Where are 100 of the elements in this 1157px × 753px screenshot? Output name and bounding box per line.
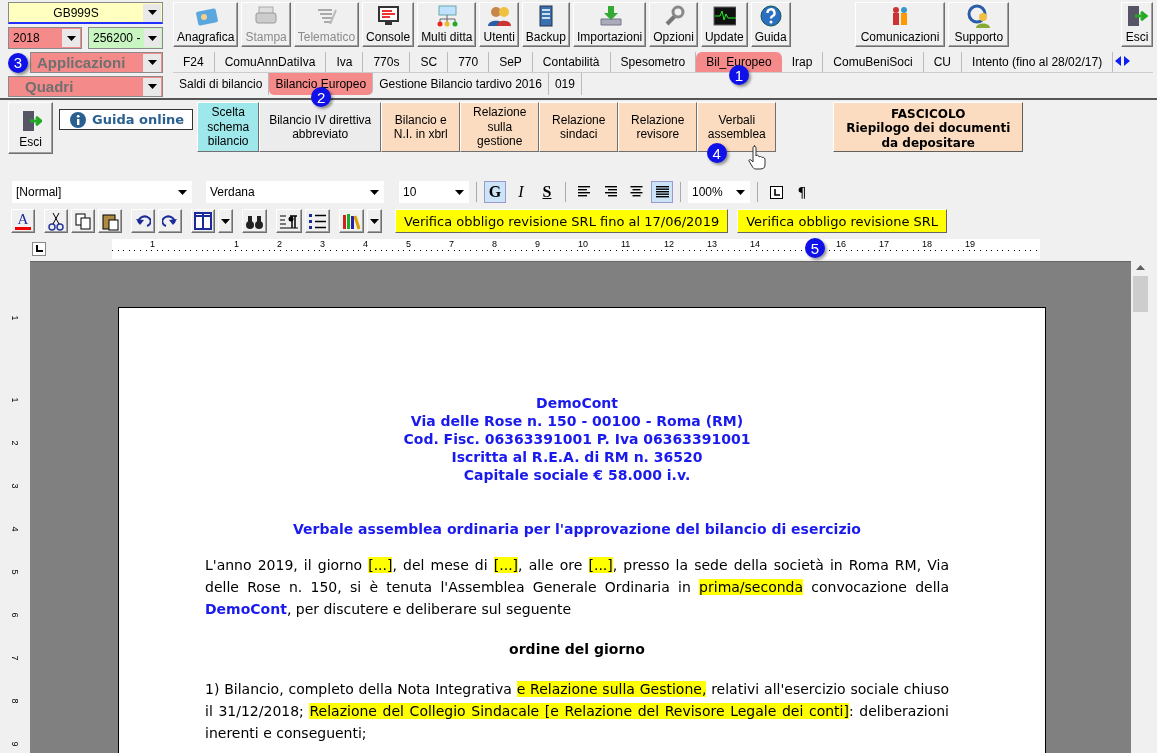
text-style-button[interactable]: G xyxy=(484,181,506,203)
font-size-dropdown[interactable]: 10 xyxy=(399,181,469,203)
module-button[interactable]: Relazione revisore xyxy=(618,102,698,152)
toolbar-button[interactable]: Backup xyxy=(521,2,570,47)
exit-door-icon xyxy=(1125,4,1149,28)
callout-badge: 1 xyxy=(728,65,749,85)
scroll-left-icon[interactable] xyxy=(1115,55,1122,66)
font-color-button[interactable]: A xyxy=(11,209,35,233)
scroll-up-icon[interactable] xyxy=(1136,265,1145,270)
tab[interactable]: Contabilità xyxy=(532,52,611,72)
toolbar-button[interactable]: Opzioni xyxy=(649,2,698,47)
undo-button[interactable] xyxy=(131,209,155,233)
toolbar-button[interactable]: Multi ditta xyxy=(417,2,477,47)
tab[interactable]: CU xyxy=(923,52,963,72)
formatting-marks-button[interactable]: ¶ xyxy=(791,181,813,203)
ruler-number: 5 xyxy=(406,239,412,249)
tab[interactable]: Iva xyxy=(326,52,364,72)
company-dropdown[interactable]: GB999S xyxy=(8,2,163,24)
check-button[interactable]: Verifica obbligo revisione SRL fino al 17/06/2019 xyxy=(395,209,729,233)
exit-button[interactable]: Esci xyxy=(8,102,53,154)
dropdown-arrow-icon xyxy=(369,189,379,195)
dossier-button[interactable]: FASCICOLO Riepilogo dei documenti da depositare xyxy=(833,102,1024,152)
tab[interactable]: 770s xyxy=(363,52,411,72)
binoculars-button[interactable] xyxy=(242,209,267,233)
module-button[interactable]: Bilancio IV direttiva abbreviato xyxy=(259,102,382,152)
company-header-line: Via delle Rose n. 150 - 00100 - Roma (RM) xyxy=(409,412,745,430)
tab[interactable]: ComuAnnDatiIva xyxy=(214,52,327,72)
ruler-number: 2 xyxy=(10,439,20,448)
ruler-number: 13 xyxy=(707,239,718,249)
module-button[interactable]: Bilancio e N.I. in xbrl xyxy=(381,102,461,152)
style-dropdown[interactable]: [Normal] xyxy=(12,181,192,203)
toolbar-button[interactable]: Guida xyxy=(750,2,791,47)
font-dropdown[interactable]: Verdana xyxy=(206,181,384,203)
text-style-button[interactable]: S xyxy=(536,181,558,203)
columns-button[interactable] xyxy=(191,209,215,233)
monitor-icon xyxy=(376,4,401,28)
books-button[interactable] xyxy=(339,209,364,233)
ruler-number: 4 xyxy=(10,525,20,534)
bullet-list-icon xyxy=(308,212,327,230)
dropdown-arrow-button[interactable] xyxy=(367,209,382,233)
align-button[interactable] xyxy=(651,181,673,203)
ruler-number: 8 xyxy=(492,239,498,249)
dropdown-arrow-button[interactable] xyxy=(218,209,233,233)
tab[interactable]: ComuBeniSoci xyxy=(823,52,924,72)
toolbar-button[interactable]: Console xyxy=(362,2,415,47)
align-right-icon xyxy=(603,186,617,198)
align-center-icon xyxy=(629,186,643,198)
module-button[interactable]: Scelta schema bilancio xyxy=(197,102,260,152)
toolbar-button[interactable]: Comunicazioni xyxy=(854,2,946,47)
ruler-number: 9 xyxy=(535,239,541,249)
toolbar-button[interactable]: Esci xyxy=(1121,2,1153,47)
tab[interactable]: 770 xyxy=(448,52,490,72)
bullet-list-button[interactable] xyxy=(305,209,330,233)
toolbar-button[interactable]: Supporto xyxy=(948,2,1010,47)
year-dropdown[interactable]: 2018 xyxy=(8,27,82,49)
cut-button[interactable] xyxy=(44,209,68,233)
toolbar-button[interactable]: Update xyxy=(700,2,748,47)
columns-icon xyxy=(194,212,212,230)
scrollbar-thumb[interactable] xyxy=(1133,276,1148,312)
dropdown-arrow-icon xyxy=(148,35,158,41)
tab[interactable]: Intento (fino al 28/02/17) xyxy=(962,52,1114,72)
toolbar-button[interactable]: Importazioni xyxy=(572,2,647,47)
paragraph-button[interactable] xyxy=(276,209,302,233)
code-dropdown[interactable]: 256200 - xyxy=(88,27,163,49)
tab[interactable]: F24 xyxy=(173,52,215,72)
tab[interactable]: Bil_Europeo xyxy=(696,52,782,72)
toolbar-button[interactable]: Utenti xyxy=(479,2,519,47)
ruler-number: 7 xyxy=(449,239,455,249)
online-guide-link[interactable]: Guida online xyxy=(59,109,194,130)
pulse-screen-icon xyxy=(712,4,737,28)
dropdown-arrow-icon xyxy=(177,189,187,195)
paste-button[interactable] xyxy=(98,209,122,233)
tab[interactable]: SC xyxy=(410,52,449,72)
ruler-number: 1 xyxy=(234,239,240,249)
tab[interactable]: Irap xyxy=(781,52,824,72)
paragraph-icon xyxy=(279,212,299,230)
paste-icon xyxy=(101,211,119,231)
text-style-button[interactable]: I xyxy=(510,181,532,203)
scroll-right-icon[interactable] xyxy=(1124,55,1131,66)
toolbar-button[interactable]: Anagrafica xyxy=(173,2,239,47)
module-button[interactable]: Relazione sulla gestione xyxy=(460,102,540,152)
redo-button[interactable] xyxy=(158,209,182,233)
dropdown-arrow-icon xyxy=(147,84,157,89)
subtab[interactable]: Gestione Bilancio tardivo 2016 xyxy=(373,73,549,95)
copy-icon xyxy=(75,212,91,230)
company-header-line: DemoCont xyxy=(535,394,619,412)
copy-button[interactable] xyxy=(71,209,95,233)
tab[interactable]: SeP xyxy=(489,52,533,72)
zoom-dropdown[interactable]: 100% xyxy=(688,181,750,203)
users-icon xyxy=(487,4,512,28)
module-button[interactable]: Relazione sindaci xyxy=(539,102,619,152)
company-header-line: Cod. Fisc. 06363391001 P. Iva 06363391001 xyxy=(402,430,752,448)
info-icon xyxy=(70,111,86,128)
body-paragraph: 1) Bilancio, completo della Nota Integrativa e Relazione sulla Gestione, relativi all'esercizio sociale chiuso il 31/12/2018; Relazione del Collegio Sindacale [e Relazione del Revisore Legale dei conti]: deliberazioni inerenti e conseguenti; xyxy=(205,680,949,743)
ruler-number: 17 xyxy=(879,239,890,249)
dropdown-arrow-icon xyxy=(221,218,230,224)
check-button[interactable]: Verifica obbligo revisione SRL xyxy=(737,209,948,233)
ruler-number: 1 xyxy=(10,396,20,405)
subtab[interactable]: 019 xyxy=(548,73,582,95)
align-left-icon xyxy=(577,186,591,198)
